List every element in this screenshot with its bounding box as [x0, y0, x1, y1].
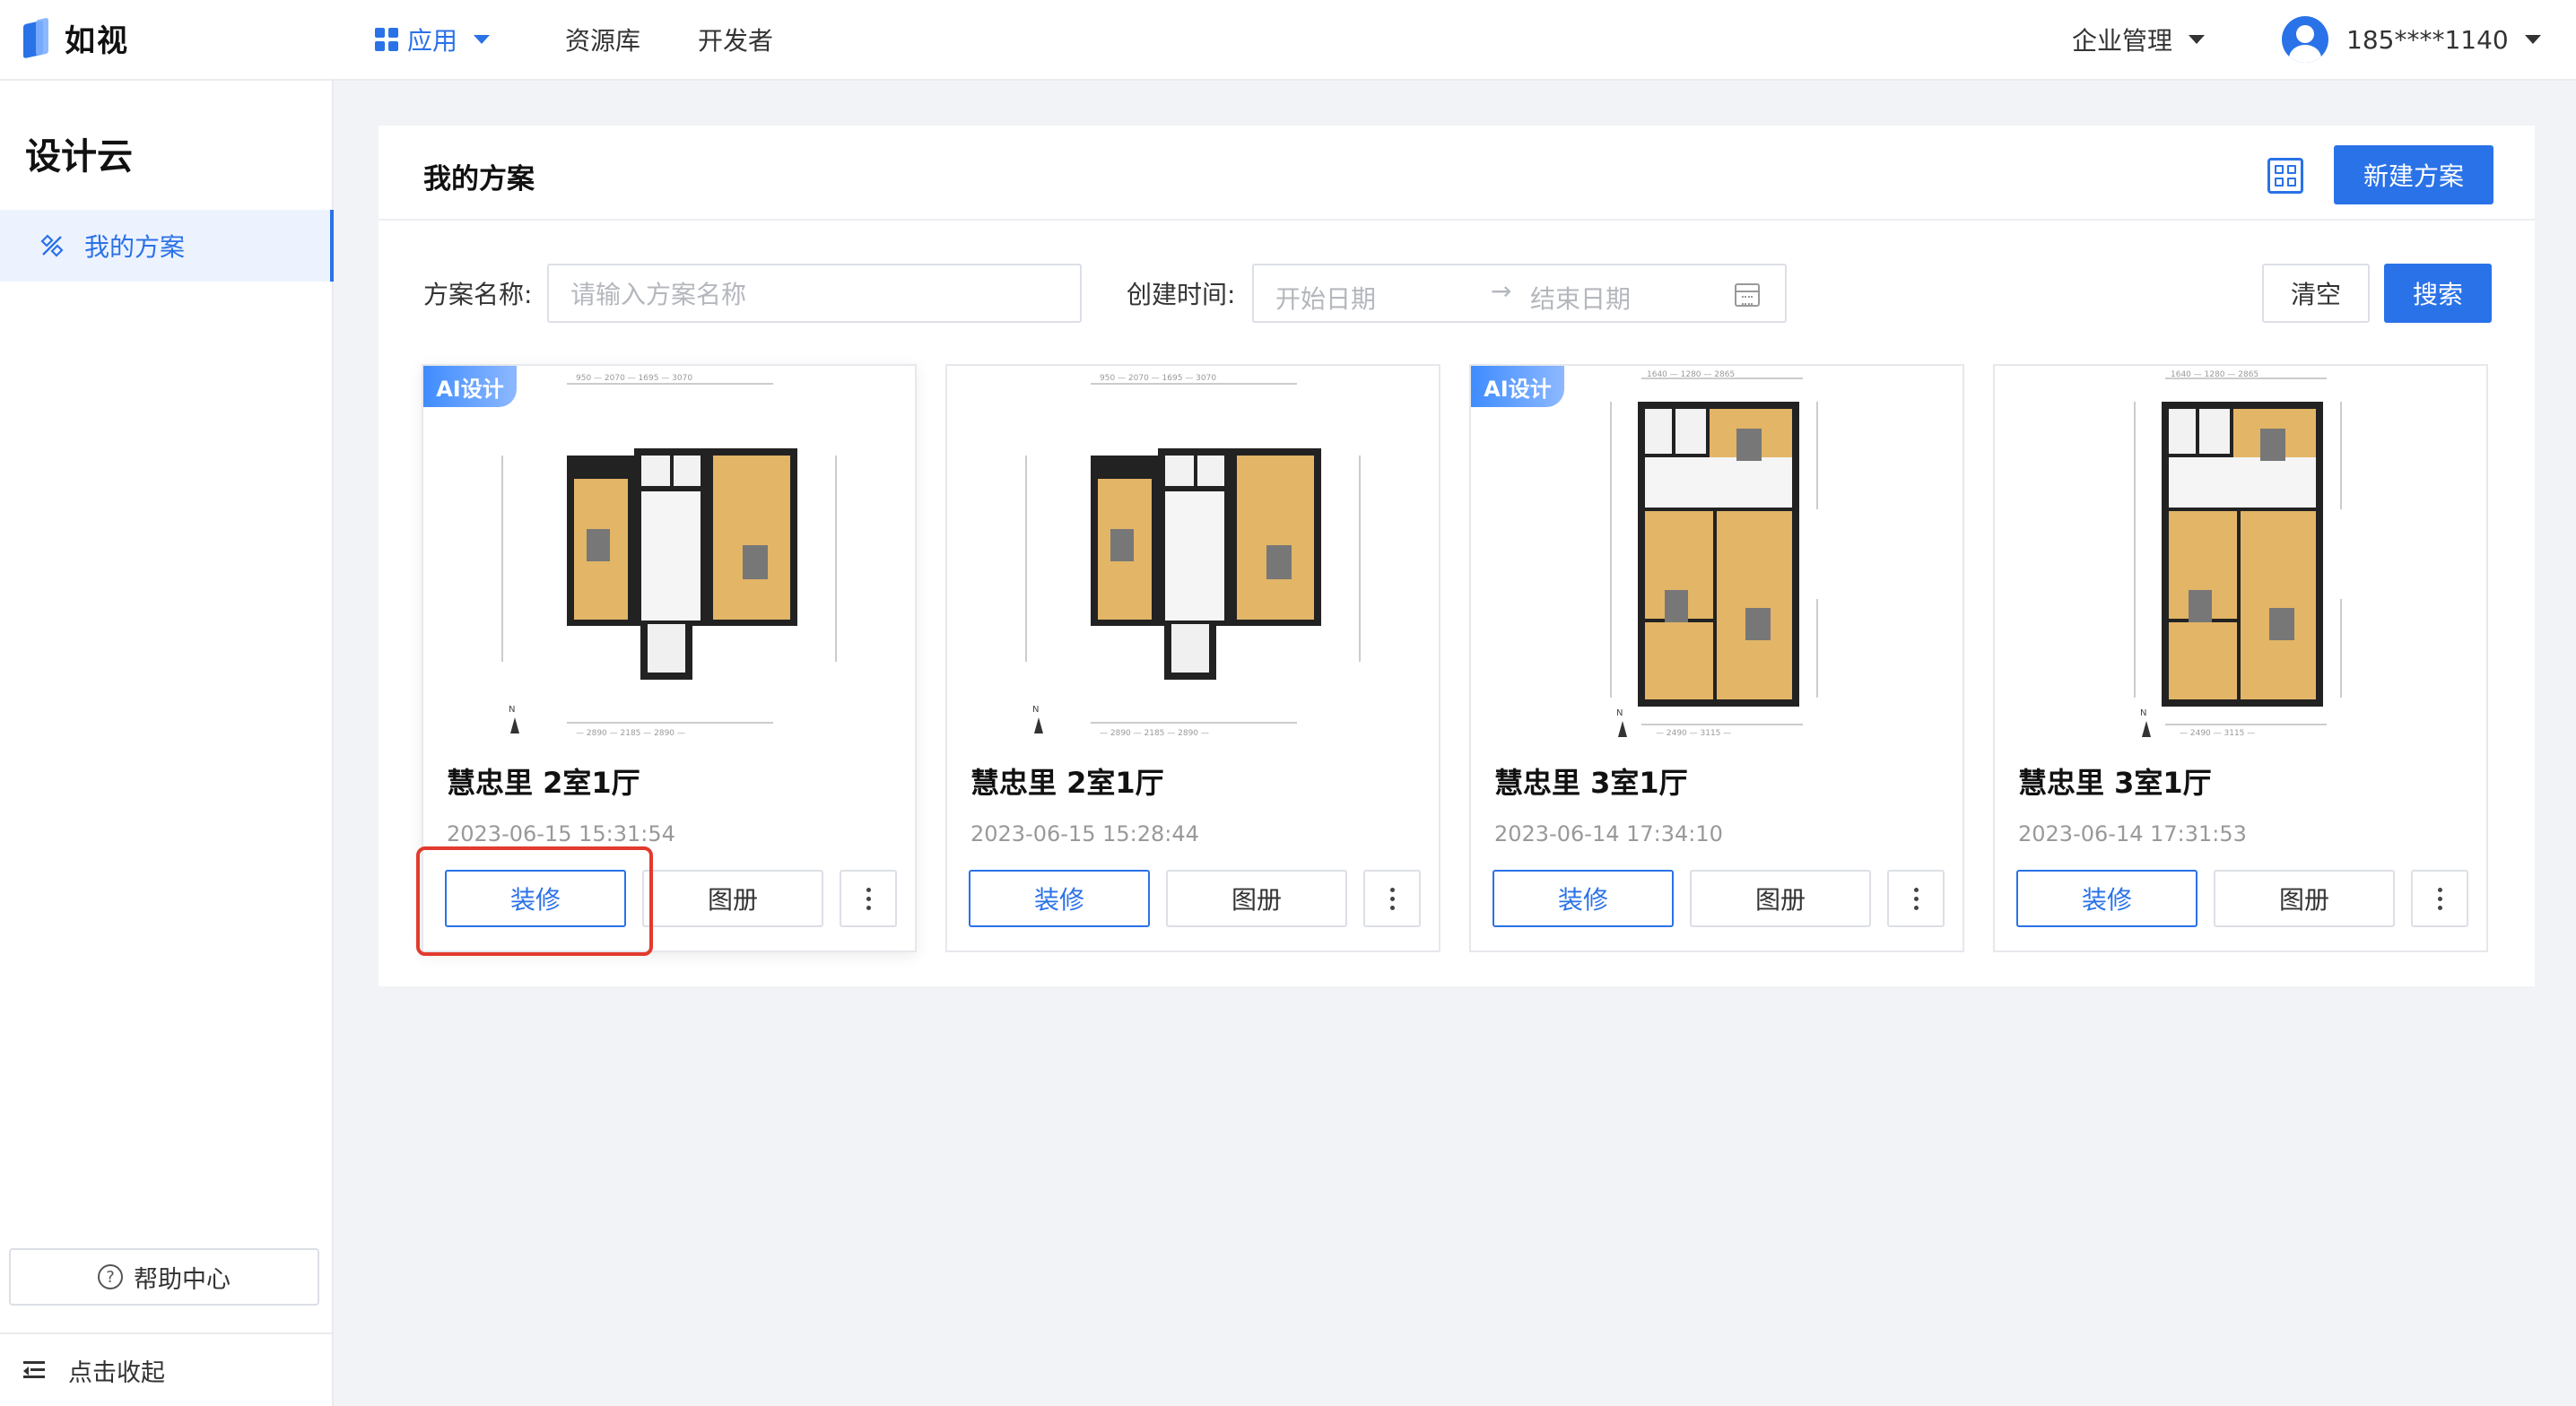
main-panel: 我的方案 新建方案 方案名称: 请输入方案名称 创建时间: 开始日期 → 结束日…	[379, 126, 2535, 986]
svg-text:N: N	[2140, 708, 2146, 718]
new-plan-button[interactable]: 新建方案	[2334, 145, 2493, 204]
plan-card[interactable]: 1640 — 1280 — 2865 — 2490 — 3115 — N AI设	[1469, 364, 1964, 952]
floorplan-2br-image: 950 — 2070 — 1695 — 3070 — 2890 — 2185 —…	[501, 374, 837, 738]
floorplan-3br-image: 1640 — 1280 — 2865 — 2490 — 3115 — N	[2134, 370, 2345, 738]
clear-button[interactable]: 清空	[2262, 264, 2370, 323]
svg-text:— 2490 — 3115 —: — 2490 — 3115 —	[2180, 729, 2255, 738]
album-button[interactable]: 图册	[1166, 870, 1347, 927]
main-nav: 应用 资源库 开发者	[375, 0, 773, 79]
more-options-icon[interactable]	[1363, 870, 1421, 927]
svg-text:1640 — 1280 — 2865: 1640 — 1280 — 2865	[1647, 370, 1735, 379]
card-timestamp: 2023-06-14 17:31:53	[2018, 821, 2247, 846]
chevron-down-icon	[474, 35, 491, 44]
search-button[interactable]: 搜索	[2384, 264, 2492, 323]
question-icon: ?	[98, 1264, 123, 1289]
grid-view-icon[interactable]	[2267, 158, 2303, 194]
svg-text:— 2890 — 2185 — 2890 —: — 2890 — 2185 — 2890 —	[1100, 729, 1209, 738]
nav-resources[interactable]: 资源库	[565, 22, 640, 57]
logo-text: 如视	[65, 23, 129, 59]
logo[interactable]: 如视	[23, 16, 129, 60]
card-title: 慧忠里 3室1厅	[2018, 766, 2212, 800]
svg-text:N: N	[509, 705, 515, 715]
end-date-input[interactable]: 结束日期	[1530, 280, 1631, 316]
album-button[interactable]: 图册	[1690, 870, 1871, 927]
top-bar: 如视 应用 资源库 开发者 企业管理 185****1140	[0, 0, 2576, 81]
highlight-annotation	[416, 846, 653, 956]
decorate-button[interactable]: 装修	[1493, 870, 1674, 927]
collapse-label: 点击收起	[68, 1358, 165, 1387]
sidebar-title: 设计云	[25, 136, 133, 178]
svg-text:1640 — 1280 — 2865: 1640 — 1280 — 2865	[2171, 370, 2258, 379]
sidebar: 设计云 我的方案 ? 帮助中心 点击收起	[0, 81, 334, 1406]
floorplan-thumbnail[interactable]: 950 — 2070 — 1695 — 3070 — 2890 — 2185 —…	[423, 366, 915, 742]
enterprise-label: 企业管理	[2072, 26, 2173, 56]
svg-text:N: N	[1032, 705, 1039, 715]
user-phone: 185****1140	[2346, 24, 2509, 55]
apps-grid-icon	[375, 28, 398, 51]
decorate-button[interactable]: 装修	[969, 870, 1150, 927]
floorplan-thumbnail[interactable]: 1640 — 1280 — 2865 — 2490 — 3115 — N	[1995, 366, 2486, 742]
avatar	[2282, 16, 2328, 63]
panel-header: 我的方案 新建方案	[379, 126, 2535, 221]
plan-card[interactable]: 1640 — 1280 — 2865 — 2490 — 3115 — N 慧忠里	[1993, 364, 2488, 952]
more-options-icon[interactable]	[2411, 870, 2468, 927]
plan-name-input[interactable]: 请输入方案名称	[547, 264, 1082, 323]
ai-design-badge: AI设计	[423, 366, 517, 407]
collapse-sidebar-button[interactable]: 点击收起	[0, 1332, 334, 1406]
card-title: 慧忠里 2室1厅	[447, 766, 640, 800]
date-range-picker[interactable]: 开始日期 → 结束日期	[1252, 264, 1787, 323]
nav-developers[interactable]: 开发者	[698, 22, 773, 57]
filter-bar: 方案名称: 请输入方案名称 创建时间: 开始日期 → 结束日期 清空 搜索	[379, 264, 2535, 323]
svg-text:N: N	[1616, 708, 1623, 718]
nav-apps[interactable]: 应用	[375, 22, 491, 57]
floorplan-3br-image: 1640 — 1280 — 2865 — 2490 — 3115 — N	[1610, 370, 1821, 738]
sidebar-item-my-plans[interactable]: 我的方案	[0, 210, 334, 282]
chevron-down-icon	[2189, 35, 2206, 44]
album-button[interactable]: 图册	[642, 870, 823, 927]
decorate-button[interactable]: 装修	[2016, 870, 2197, 927]
album-button[interactable]: 图册	[2214, 870, 2395, 927]
nav-apps-label: 应用	[407, 26, 458, 56]
floorplan-2br-image: 950 — 2070 — 1695 — 3070 — 2890 — 2185 —…	[1025, 374, 1361, 738]
plan-name-label: 方案名称:	[423, 280, 533, 309]
sidebar-item-label: 我的方案	[84, 232, 186, 262]
chevron-down-icon	[2524, 35, 2541, 44]
card-title: 慧忠里 3室1厅	[1494, 766, 1688, 800]
help-center-button[interactable]: ? 帮助中心	[9, 1248, 319, 1306]
collapse-menu-icon	[23, 1361, 45, 1379]
svg-text:950 — 2070 — 1695 — 3070: 950 — 2070 — 1695 — 3070	[576, 374, 692, 383]
user-menu[interactable]: 185****1140	[2282, 0, 2541, 79]
start-date-input[interactable]: 开始日期	[1275, 280, 1376, 316]
more-options-icon[interactable]	[840, 870, 897, 927]
card-timestamp: 2023-06-15 15:31:54	[447, 821, 675, 846]
plan-card[interactable]: 950 — 2070 — 1695 — 3070 — 2890 — 2185 —…	[945, 364, 1440, 952]
design-tools-icon	[40, 234, 64, 257]
calendar-icon	[1735, 283, 1760, 307]
enterprise-menu[interactable]: 企业管理	[2072, 0, 2206, 79]
ai-design-badge: AI设计	[1471, 366, 1564, 407]
svg-text:950 — 2070 — 1695 — 3070: 950 — 2070 — 1695 — 3070	[1100, 374, 1216, 383]
card-title: 慧忠里 2室1厅	[970, 766, 1164, 800]
floorplan-thumbnail[interactable]: 950 — 2070 — 1695 — 3070 — 2890 — 2185 —…	[947, 366, 1439, 742]
logo-icon	[23, 17, 52, 60]
page-title: 我的方案	[423, 163, 535, 195]
floorplan-thumbnail[interactable]: 1640 — 1280 — 2865 — 2490 — 3115 — N	[1471, 366, 1962, 742]
more-options-icon[interactable]	[1887, 870, 1945, 927]
range-arrow-icon: →	[1491, 276, 1512, 306]
svg-text:— 2490 — 3115 —: — 2490 — 3115 —	[1656, 729, 1731, 738]
help-label: 帮助中心	[134, 1265, 231, 1294]
create-time-label: 创建时间:	[1127, 280, 1236, 309]
svg-text:— 2890 — 2185 — 2890 —: — 2890 — 2185 — 2890 —	[576, 729, 685, 738]
card-timestamp: 2023-06-14 17:34:10	[1494, 821, 1723, 846]
card-timestamp: 2023-06-15 15:28:44	[970, 821, 1199, 846]
